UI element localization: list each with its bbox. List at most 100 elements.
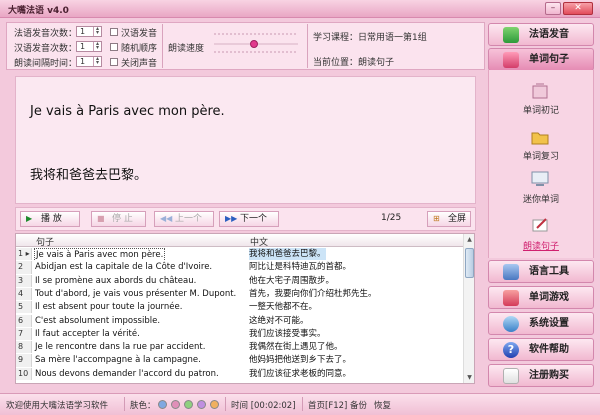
zh-voice-checkbox[interactable]: [110, 28, 118, 36]
row-french: Nous devons demander l'accord du patron.: [35, 368, 219, 379]
sub-word-learn[interactable]: 单词初记: [488, 103, 594, 116]
row-chinese: 我们应该征求老板的同意。: [249, 368, 352, 379]
word-learn-icon: [532, 83, 548, 99]
row-chinese: 这绝对不可能。: [249, 315, 309, 326]
help-icon: ?: [503, 342, 519, 358]
column-chinese[interactable]: 中文: [250, 235, 268, 248]
fr-repeat-spinner[interactable]: 1 ▴ ▾: [76, 26, 102, 37]
speed-slider[interactable]: [212, 30, 302, 58]
sub-mini-words[interactable]: 迷你单词: [488, 192, 594, 205]
row-number: 3: [16, 274, 32, 287]
course-label: 学习课程：日常用语一第1组: [313, 33, 427, 43]
row-french: Abidjan est la capitale de la Côte d'Ivo…: [35, 262, 213, 273]
row-chinese: 阿比让是科特迪瓦的首都。: [249, 262, 352, 273]
divider: [162, 24, 163, 68]
next-icon: ▶▶: [225, 214, 238, 223]
zh-voice-label: 汉语发音: [121, 29, 158, 39]
zh-repeat-spinner[interactable]: 1 ▴ ▾: [76, 41, 102, 52]
sentence-list[interactable]: 句子 中文 1 ▸ Je vais à Paris avec mon père. 我…: [15, 233, 475, 384]
row-number: 2: [16, 261, 32, 274]
sentence-french: Je vais à Paris avec mon père.: [30, 104, 225, 119]
list-row[interactable]: 2 Abidjan est la capitale de la Côte d'Iv…: [16, 261, 463, 274]
sentence-display: [15, 76, 476, 204]
prev-button[interactable]: ◀◀ 上一个: [154, 211, 214, 227]
gear-icon: [503, 316, 519, 332]
sidebar-word-sentence[interactable]: 单词句子: [488, 48, 594, 71]
next-button[interactable]: ▶▶ 下一个: [219, 211, 279, 227]
scroll-down-icon[interactable]: ▼: [464, 372, 474, 383]
list-row[interactable]: 1 ▸ Je vais à Paris avec mon père. 我将和爸爸去巴…: [16, 248, 463, 261]
skin-color-swatch[interactable]: [210, 400, 219, 409]
mute-label: 关闭声音: [121, 59, 158, 69]
column-sentence[interactable]: 句子: [36, 235, 54, 248]
status-bar: 欢迎使用大嘴法语学习软件 肤色： 时间 [00:02:02] 首页[F12] 备…: [0, 393, 600, 415]
row-french: Il se promène aux abords du château.: [35, 275, 197, 286]
row-number: 6: [16, 314, 32, 327]
restore-link[interactable]: 恢复: [374, 399, 391, 411]
row-french: Sa mère l'accompagne à la campagne.: [35, 355, 201, 366]
row-french: Il faut accepter la vérité.: [35, 328, 140, 339]
row-french: Tout d'abord, je vais vous présenter M. …: [35, 288, 237, 299]
cart-icon: [503, 368, 519, 384]
play-button[interactable]: ▶ 播 放: [20, 211, 80, 227]
list-row[interactable]: 9 Sa mère l'accompagne à la campagne. 他妈妈把…: [16, 354, 463, 367]
sidebar-register[interactable]: 注册购买: [488, 364, 594, 387]
row-chinese: 一整天他都不在。: [249, 302, 318, 313]
random-order-checkbox[interactable]: [110, 43, 118, 51]
welcome-text: 欢迎使用大嘴法语学习软件: [6, 401, 109, 411]
list-scrollbar[interactable]: ▲ ▼: [463, 234, 474, 383]
skin-label: 肤色：: [130, 401, 156, 411]
list-row[interactable]: 7 Il faut accepter la vérité. 我们应该接受事实。: [16, 327, 463, 341]
backup-link[interactable]: 备份: [350, 399, 367, 411]
sentence-counter: 1/25: [381, 213, 402, 223]
scroll-up-icon[interactable]: ▲: [464, 234, 474, 245]
row-number: 1 ▸: [16, 248, 32, 261]
divider: [307, 24, 308, 68]
sidebar-pronunciation[interactable]: 法语发音: [488, 23, 594, 46]
sidebar-word-game[interactable]: 单词游戏: [488, 286, 594, 309]
mute-checkbox[interactable]: [110, 58, 118, 66]
close-button[interactable]: ✕: [563, 2, 593, 15]
sidebar-help[interactable]: ? 软件帮助: [488, 338, 594, 361]
home-link[interactable]: 首页[F12]: [308, 399, 347, 411]
list-header: 句子 中文: [16, 234, 463, 248]
skin-color-swatch[interactable]: [171, 400, 180, 409]
window-title: 大嘴法语 v4.0: [8, 6, 69, 16]
sidebar-settings[interactable]: 系统设置: [488, 312, 594, 335]
fullscreen-button[interactable]: ⊞ 全屏: [427, 211, 471, 227]
list-row[interactable]: 6 C'est absolument impossible. 这绝对不可能。: [16, 314, 463, 327]
list-row[interactable]: 3 Il se promène aux abords du château. 他在大…: [16, 274, 463, 287]
random-order-label: 随机顺序: [121, 44, 158, 54]
interval-label: 朗读间隔时间：: [14, 59, 78, 69]
sub-read-sentences[interactable]: 朗读句子: [488, 239, 594, 252]
skin-color-swatch[interactable]: [184, 400, 193, 409]
skin-color-swatch[interactable]: [158, 400, 167, 409]
tools-icon: [503, 264, 519, 280]
scroll-thumb[interactable]: [465, 248, 474, 278]
row-chinese: 首先，我要向你们介绍杜邦先生。: [249, 288, 377, 299]
list-row[interactable]: 5 Il est absent pour toute la journée. 一整天…: [16, 301, 463, 314]
list-row[interactable]: 8 Je le rencontre dans la rue par acciden…: [16, 341, 463, 354]
interval-spinner[interactable]: 1 ▴ ▾: [76, 56, 102, 67]
stop-button[interactable]: ■ 停 止: [91, 211, 146, 227]
speed-label: 朗读速度: [168, 44, 205, 54]
minimize-button[interactable]: –: [545, 2, 561, 15]
pronunciation-icon: [503, 27, 519, 43]
game-icon: [503, 290, 519, 306]
row-number: 9: [16, 354, 32, 367]
list-row[interactable]: 10 Nous devons demander l'accord du patro…: [16, 367, 463, 380]
stop-icon: ■: [97, 214, 105, 223]
row-number: 7: [16, 327, 32, 341]
sub-word-review[interactable]: 单词复习: [488, 149, 594, 162]
monitor-icon: [531, 171, 549, 186]
time-display: 时间 [00:02:02]: [231, 401, 296, 411]
list-row[interactable]: 4 Tout d'abord, je vais vous présenter M.…: [16, 287, 463, 301]
row-chinese: 我们应该接受事实。: [249, 328, 326, 339]
row-number: 8: [16, 341, 32, 354]
sidebar-language-tools[interactable]: 语言工具: [488, 260, 594, 283]
row-french: Je le rencontre dans la rue par accident…: [35, 342, 206, 353]
row-chinese: 我将和爸爸去巴黎。: [249, 248, 326, 260]
skin-color-swatch[interactable]: [197, 400, 206, 409]
book-icon: [503, 52, 519, 68]
row-chinese: 他妈妈把他送到乡下去了。: [249, 355, 352, 366]
